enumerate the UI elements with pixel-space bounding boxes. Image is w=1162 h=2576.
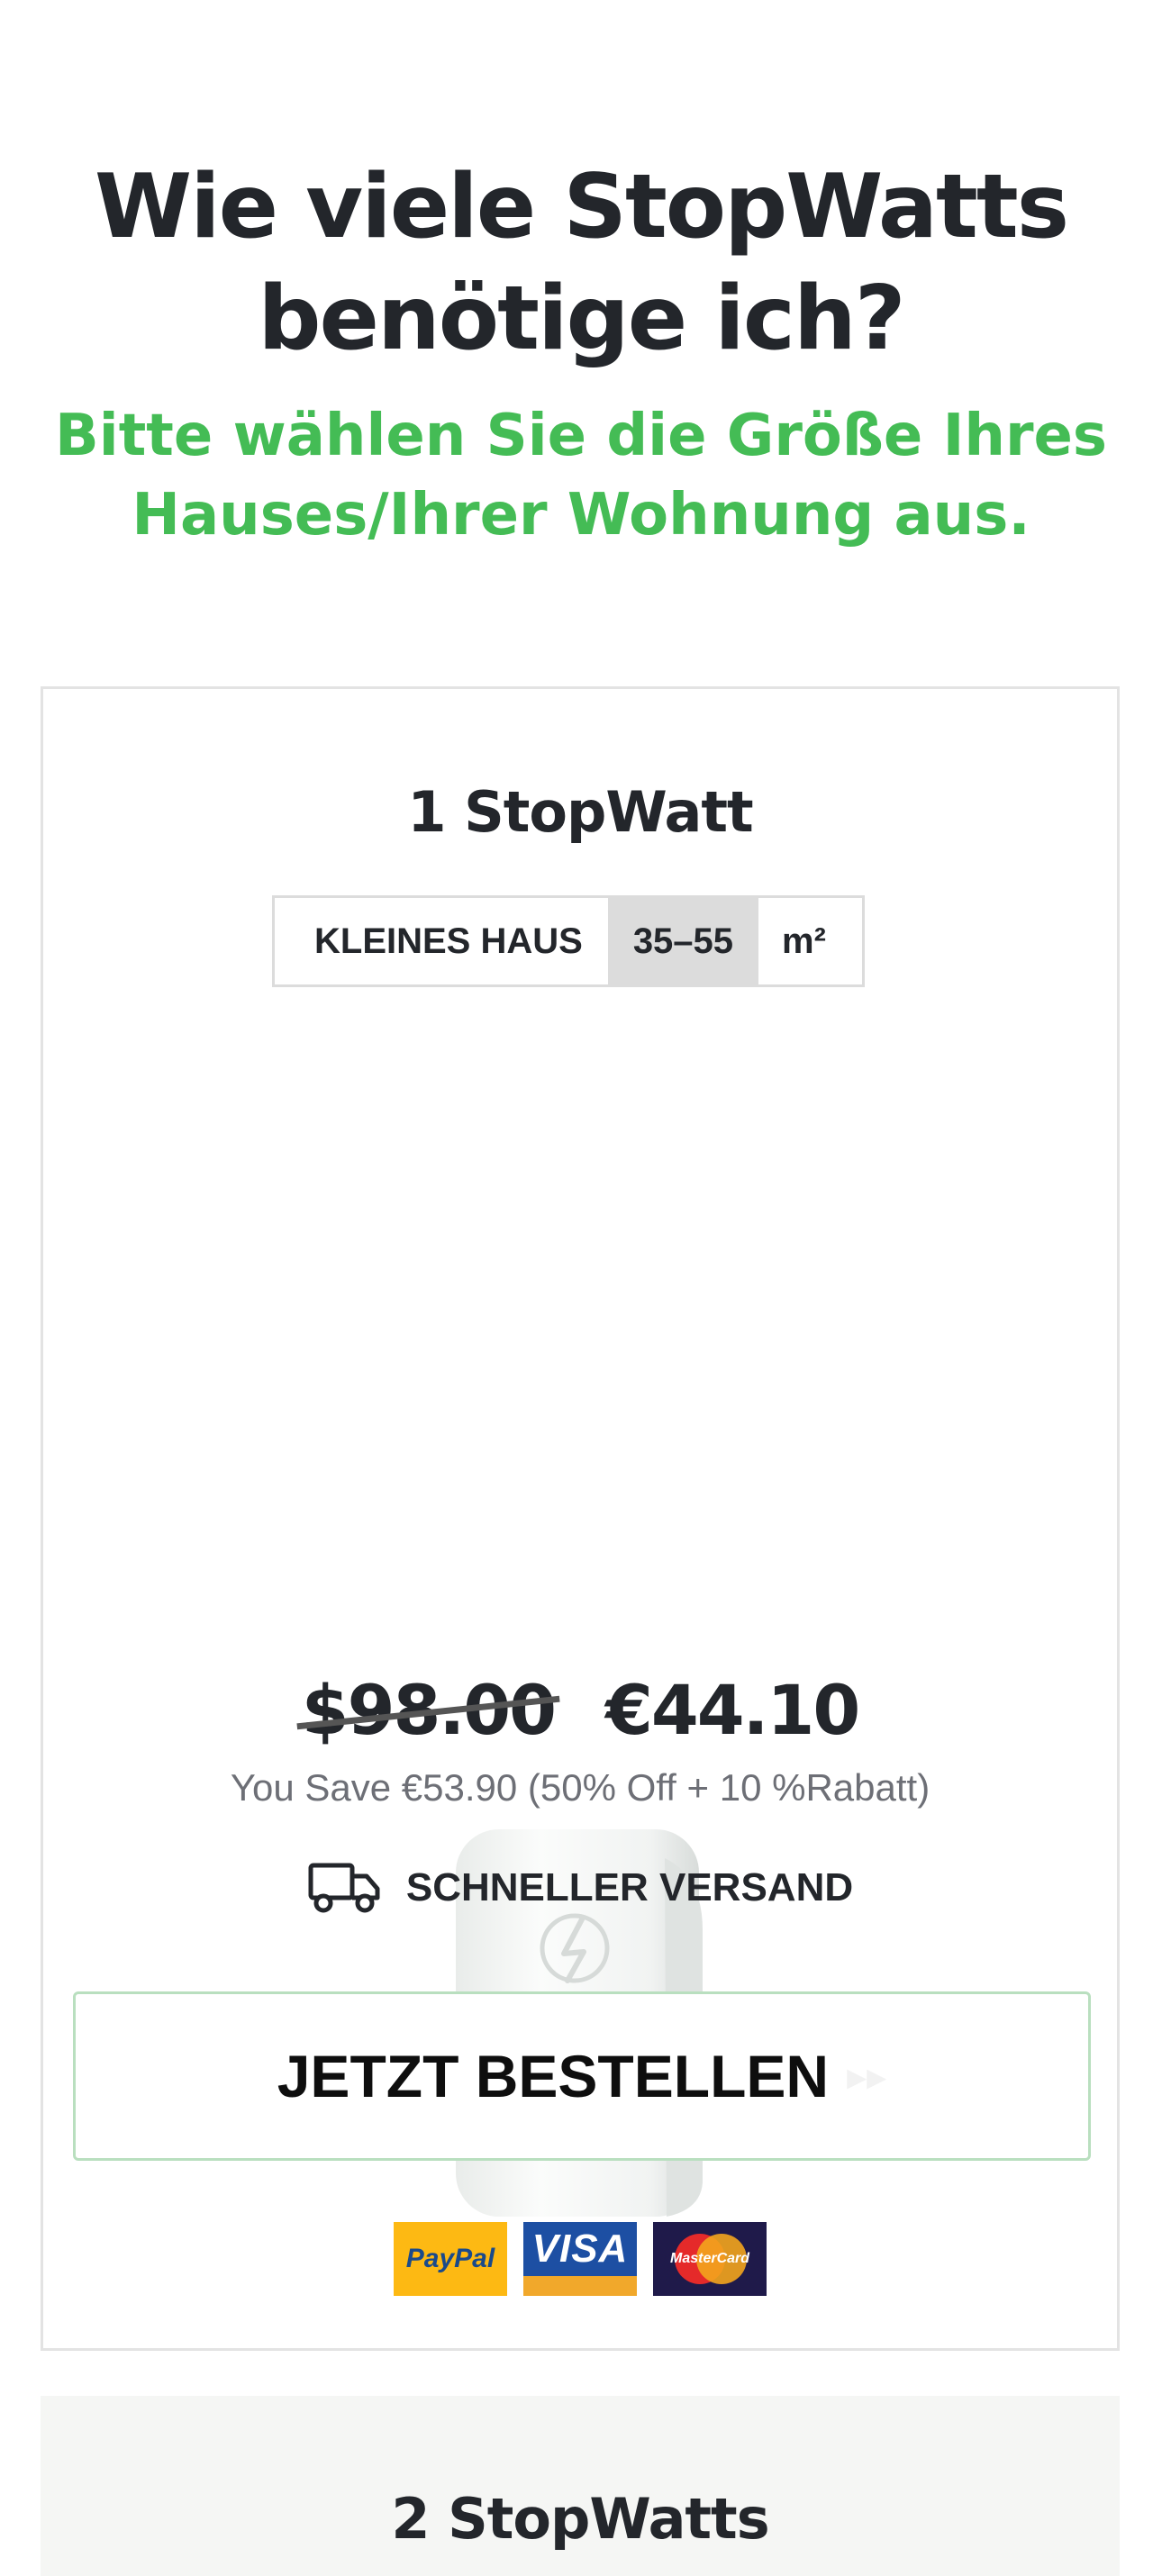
order-button-label: JETZT BESTELLEN (277, 2043, 830, 2109)
offer-card-2: 2 StopWatts (41, 2396, 1120, 2576)
page-subtitle: Bitte wählen Sie die Größe Ihres Hauses/… (54, 403, 1108, 549)
size-unit: m² (782, 921, 826, 961)
size-range: 35–55 (607, 898, 759, 984)
paypal-logo: PayPal (394, 2222, 507, 2296)
truck-icon (308, 1863, 380, 1913)
order-button[interactable]: JETZT BESTELLEN ▸▸ (73, 1991, 1091, 2161)
visa-logo: VISA (523, 2222, 637, 2296)
mastercard-text: MasterCard (669, 2251, 750, 2266)
visa-text: VISA (531, 2227, 629, 2271)
mastercard-logo: MasterCard (653, 2222, 767, 2296)
double-chevron-right-icon: ▸▸ (847, 2054, 887, 2099)
payment-methods: PayPal VISA MasterCard (43, 2222, 1117, 2296)
shipping-info: SCHNELLER VERSAND (43, 1860, 1117, 1916)
offer-title: 2 StopWatts (391, 2486, 769, 2552)
savings-text: You Save €53.90 (50% Off + 10 %Rabatt) (230, 1766, 931, 1809)
size-label: KLEINES HAUS (314, 921, 583, 961)
size-badge: KLEINES HAUS 35–55 m² (272, 895, 865, 987)
price-row: $98.00 €44.10 (43, 1660, 1117, 1759)
page-title: Wie viele StopWatts benötige ich? (94, 156, 1069, 370)
offer-card-1: 1 StopWatt KLEINES HAUS 35–55 m² $98.00 … (41, 686, 1120, 2351)
shipping-label: SCHNELLER VERSAND (405, 1865, 854, 1909)
offer-title: 1 StopWatt (407, 779, 753, 845)
paypal-text: PayPal (405, 2244, 495, 2273)
new-price: €44.10 (605, 1669, 860, 1750)
old-price: $98.00 (301, 1669, 557, 1750)
